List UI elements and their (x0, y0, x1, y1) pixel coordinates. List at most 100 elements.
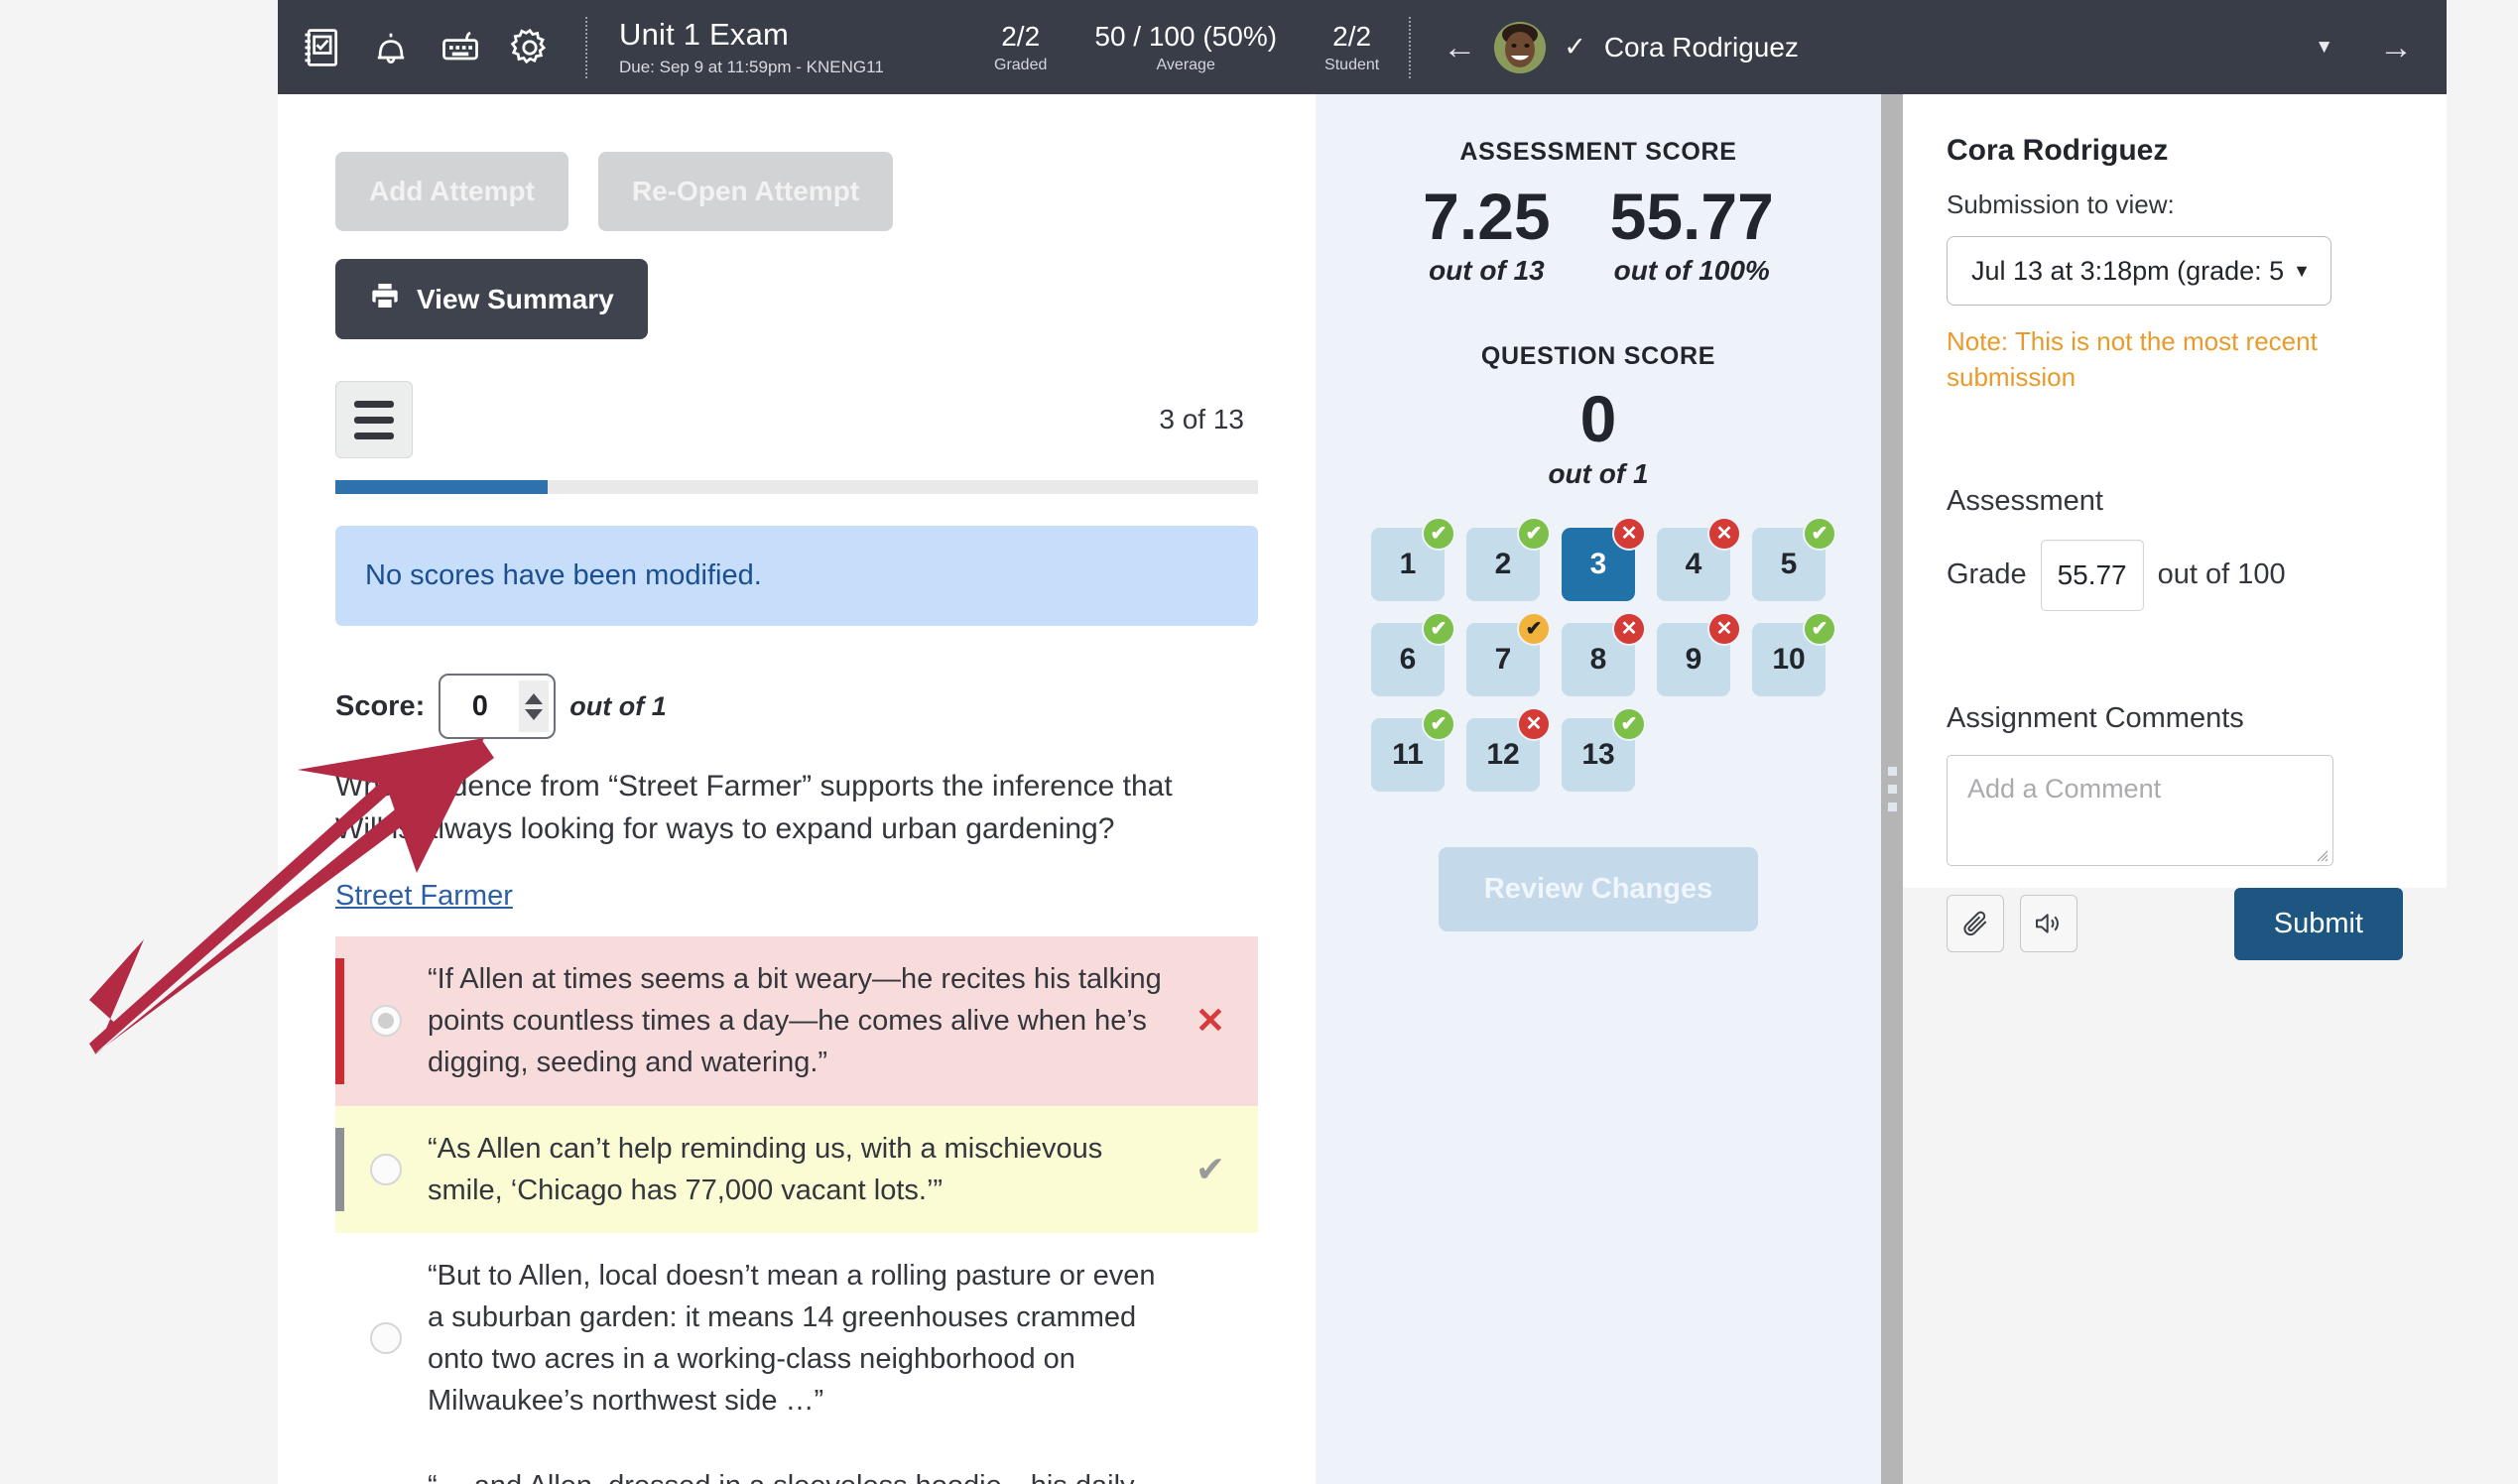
correct-badge-icon: ✔ (1422, 611, 1455, 646)
question-number: 9 (1685, 642, 1702, 676)
question-grid-cell[interactable]: 9 ✕ (1657, 611, 1741, 696)
question-pane: Add Attempt Re-Open Attempt View Summary (278, 94, 1316, 1484)
correct-badge-icon: ✔ (1612, 706, 1646, 741)
question-score-heading: QUESTION SCORE (1480, 342, 1716, 371)
stepper-up-icon[interactable] (525, 692, 544, 704)
score-input-value[interactable]: 0 (441, 690, 519, 723)
stat-average-label: Average (1156, 57, 1215, 74)
answer-choice[interactable]: “If Allen at times seems a bit weary—he … (335, 936, 1258, 1106)
answer-choice-text: “As Allen can’t help reminding us, with … (428, 1132, 1103, 1206)
hamburger-bar (354, 432, 394, 439)
answer-choice-radio[interactable] (370, 1005, 402, 1038)
answer-choice[interactable]: “As Allen can’t help reminding us, with … (335, 1105, 1258, 1233)
question-number: 13 (1581, 737, 1615, 771)
score-summary-pane: ASSESSMENT SCORE 7.25 out of 13 55.77 ou… (1316, 94, 1881, 1484)
stat-student-label: Student (1324, 57, 1380, 74)
question-number: 3 (1589, 547, 1607, 580)
question-number: 6 (1399, 642, 1417, 676)
hamburger-bar (354, 416, 394, 424)
question-number: 8 (1589, 642, 1607, 676)
submit-button[interactable]: Submit (2233, 887, 2403, 960)
review-changes-button[interactable]: Review Changes (1438, 846, 1759, 931)
answer-choice-radio[interactable] (370, 1153, 402, 1185)
score-modified-alert: No scores have been modified. (335, 526, 1258, 626)
stat-graded-label: Graded (994, 57, 1048, 74)
question-number: 11 (1392, 737, 1424, 771)
gear-icon[interactable] (508, 26, 552, 69)
assessment-points-outof: out of 13 (1429, 255, 1545, 287)
score-input[interactable]: 0 (439, 674, 557, 739)
correct-badge-icon: ✔ (1803, 611, 1836, 646)
pane-resize-handle[interactable] (1881, 94, 1903, 1484)
gradebook-icon[interactable] (300, 26, 343, 69)
textarea-resize-icon[interactable] (2313, 846, 2329, 862)
bell-icon[interactable] (369, 26, 413, 69)
question-grid-cell[interactable]: 3 ✕ (1562, 516, 1646, 601)
grade-input-value[interactable]: 55.77 (2042, 559, 2143, 591)
answer-choice[interactable]: “But to Allen, local doesn’t mean a roll… (335, 1233, 1258, 1443)
speaker-icon (2036, 914, 2059, 933)
stat-average: 50 / 100 (50%) Average (1070, 20, 1301, 75)
answer-choice-list: “If Allen at times seems a bit weary—he … (335, 936, 1258, 1484)
comment-input[interactable]: Add a Comment (1947, 754, 2333, 866)
previous-student-arrow-icon[interactable]: ← (1443, 31, 1476, 64)
incorrect-badge-icon: ✕ (1612, 611, 1646, 646)
question-grid-cell[interactable]: 1 ✔ (1371, 516, 1455, 601)
answer-choice-status-bar (335, 1465, 344, 1484)
question-number: 10 (1772, 642, 1806, 676)
question-grid-cell[interactable]: 2 ✔ (1466, 516, 1551, 601)
answer-choice-text: “… and Allen, dressed in a sleeveless ho… (428, 1465, 1163, 1484)
question-grid-cell[interactable]: 5 ✔ (1752, 516, 1836, 601)
passage-link[interactable]: Street Farmer (335, 880, 513, 913)
resize-grip-icon (1887, 767, 1897, 811)
top-navigation-bar: Unit 1 Exam Due: Sep 9 at 11:59pm - KNEN… (278, 0, 2447, 94)
next-student-arrow-icon[interactable]: → (2379, 31, 2413, 64)
stat-graded-value: 2/2 (1001, 20, 1041, 52)
question-grid-cell[interactable]: 6 ✔ (1371, 611, 1455, 696)
correct-mark-icon: ✔ (1195, 1148, 1226, 1189)
assignment-comments-label: Assignment Comments (1947, 701, 2244, 734)
exam-title: Unit 1 Exam (619, 17, 790, 53)
question-points-outof: out of 1 (1548, 457, 1649, 489)
assessment-section-label: Assessment (1947, 484, 2103, 517)
assessment-score-values: 7.25 out of 13 55.77 out of 100% (1361, 180, 1835, 287)
submission-select[interactable]: Jul 13 at 3:18pm (grade: 5 ▼ (1947, 236, 2331, 306)
question-number: 1 (1399, 547, 1417, 580)
keyboard-icon[interactable] (439, 26, 482, 69)
question-grid-cell[interactable]: 11 ✔ (1371, 706, 1455, 792)
audio-comment-button[interactable] (2020, 895, 2077, 953)
avatar[interactable] (1494, 21, 1547, 73)
question-grid-cell[interactable]: 12 ✕ (1466, 706, 1551, 792)
stat-student: 2/2 Student (1301, 20, 1403, 75)
comment-placeholder: Add a Comment (1967, 773, 2162, 804)
question-grid-cell[interactable]: 7 ✔ (1466, 611, 1551, 696)
stat-graded: 2/2 Graded (970, 20, 1070, 75)
answer-choice-radio[interactable] (370, 1321, 402, 1354)
assessment-percent-value: 55.77 (1609, 180, 1774, 253)
incorrect-badge-icon: ✕ (1517, 706, 1551, 741)
topbar-divider-2 (1409, 16, 1412, 78)
chevron-down-icon[interactable]: ▼ (2315, 37, 2333, 59)
quantity-stepper[interactable] (519, 680, 550, 732)
view-summary-button[interactable]: View Summary (335, 259, 648, 339)
answer-choice[interactable]: “… and Allen, dressed in a sleeveless ho… (335, 1443, 1258, 1484)
question-grid-cell[interactable]: 13 ✔ (1562, 706, 1646, 792)
reopen-attempt-button[interactable]: Re-Open Attempt (597, 152, 894, 231)
score-out-of-label: out of 1 (569, 690, 667, 721)
exam-subtitle: Due: Sep 9 at 11:59pm - KNENG11 (619, 57, 884, 76)
question-grid-cell[interactable]: 10 ✔ (1752, 611, 1836, 696)
correct-badge-icon: ✔ (1803, 516, 1836, 551)
grade-out-of-label: out of 100 (2157, 558, 2286, 591)
grade-input[interactable]: 55.77 (2040, 539, 2144, 611)
incorrect-badge-icon: ✕ (1707, 611, 1741, 646)
add-attempt-button[interactable]: Add Attempt (335, 152, 568, 231)
question-number: 4 (1685, 547, 1702, 580)
stepper-down-icon[interactable] (525, 708, 544, 720)
exam-info: Unit 1 Exam Due: Sep 9 at 11:59pm - KNEN… (593, 17, 970, 77)
attach-file-button[interactable] (1947, 895, 2004, 953)
incorrect-mark-icon: ✕ (1195, 1000, 1226, 1042)
answer-choice-status-bar (335, 958, 344, 1084)
question-grid-cell[interactable]: 4 ✕ (1657, 516, 1741, 601)
question-list-toggle-button[interactable] (335, 381, 413, 458)
question-grid-cell[interactable]: 8 ✕ (1562, 611, 1646, 696)
